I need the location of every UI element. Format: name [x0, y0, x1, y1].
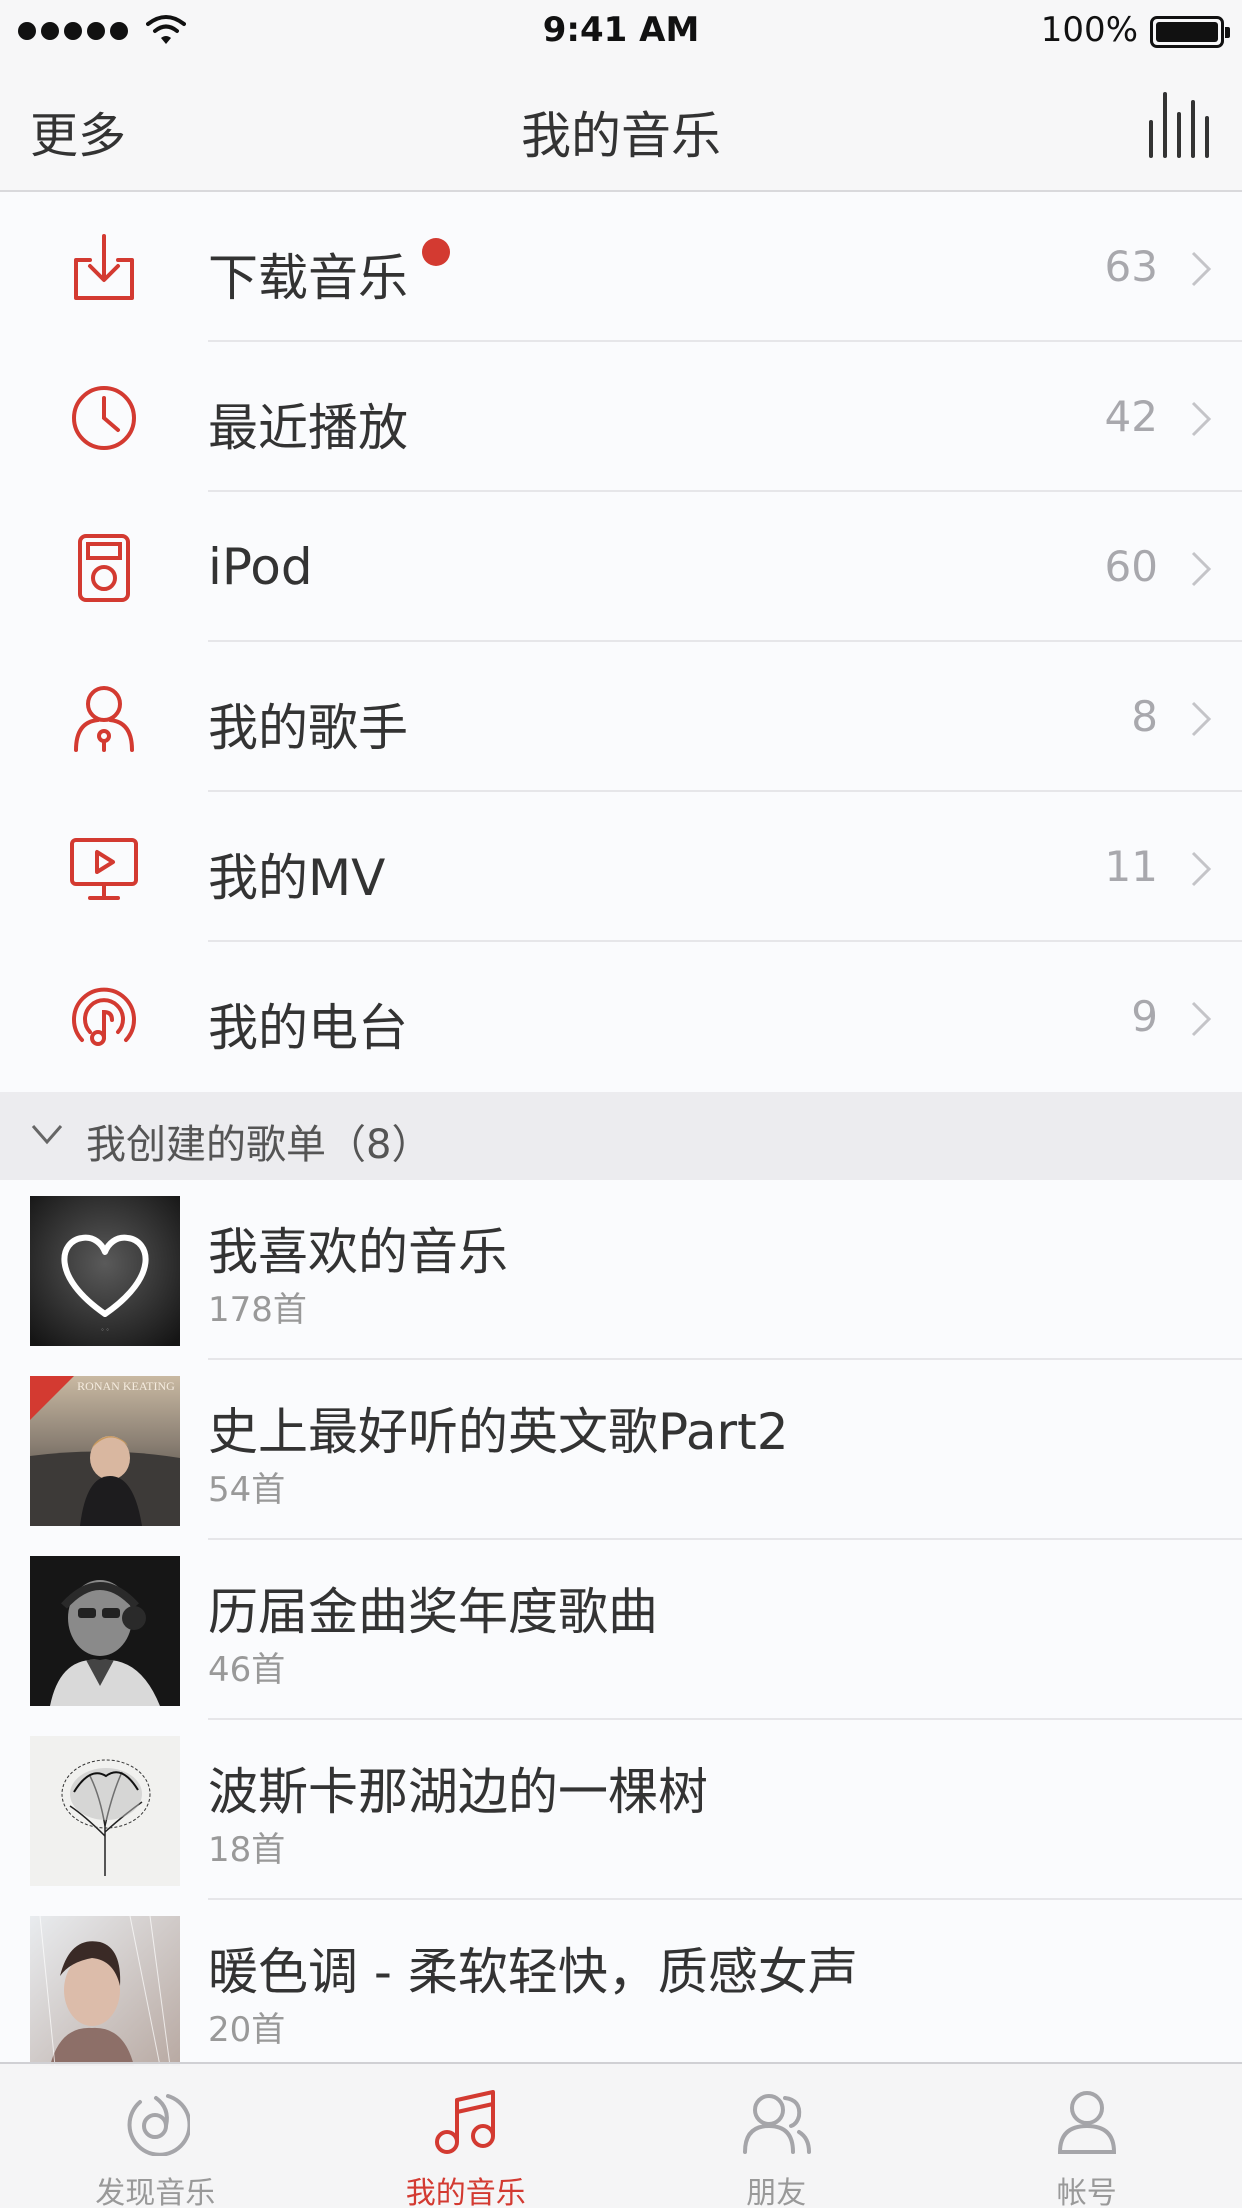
new-badge — [422, 238, 450, 266]
radio-icon — [72, 987, 136, 1046]
svg-text:◦ ◦: ◦ ◦ — [101, 1325, 109, 1334]
playlist-item[interactable]: 波斯卡那湖边的一棵树 18首 — [0, 1720, 1242, 1900]
tab-my-music[interactable]: 我的音乐 — [311, 2064, 622, 2208]
tab-label: 发现音乐 — [95, 2176, 216, 2208]
tab-discover-music[interactable]: 发现音乐 — [0, 2064, 311, 2208]
more-button[interactable]: 更多 — [30, 96, 126, 166]
ipod-icon — [78, 534, 130, 602]
playlist-name: 暖色调 - 柔软轻快，质感女声 — [208, 1943, 858, 2001]
chevron-down-icon — [31, 1125, 63, 1145]
playlist-count: 178首 — [208, 1290, 307, 1330]
playlist-count: 46首 — [208, 1650, 286, 1690]
playlist-item[interactable]: ◦ ◦ 我喜欢的音乐 178首 — [0, 1180, 1242, 1360]
menu-item-recent[interactable]: 最近播放 42 — [0, 342, 1242, 492]
tab-account[interactable]: 帐号 — [932, 2064, 1242, 2208]
menu-item-mv[interactable]: 我的MV 11 — [0, 792, 1242, 942]
menu-label-mv: 我的MV — [208, 849, 386, 907]
nav-bar: 更多 我的音乐 — [0, 64, 1242, 192]
discover-music-icon — [127, 2094, 191, 2156]
account-icon — [1057, 2091, 1116, 2154]
equalizer-icon[interactable] — [1146, 92, 1212, 158]
menu-item-ipod[interactable]: iPod 60 — [0, 492, 1242, 642]
playlist-count: 20首 — [208, 2010, 286, 2050]
playlist-item[interactable]: 暖色调 - 柔软轻快，质感女声 20首 — [0, 1900, 1242, 2080]
playlist-cover — [30, 1916, 180, 2066]
my-music-menu: 下载音乐 63 最近播放 42 iPod 60 我的歌手 8 我的MV 11 我… — [0, 192, 1242, 1092]
tab-label: 朋友 — [746, 2176, 807, 2208]
playlist-count: 54首 — [208, 1470, 286, 1510]
status-bar: 9:41 AM 100% — [0, 0, 1242, 64]
download-icon — [74, 234, 134, 300]
menu-label-downloads: 下载音乐 — [208, 238, 450, 310]
menu-label-singers: 我的歌手 — [208, 699, 408, 757]
playlist-item[interactable]: 历届金曲奖年度歌曲 46首 — [0, 1540, 1242, 1720]
chevron-right-icon — [1191, 851, 1212, 887]
playlist-list: ◦ ◦ 我喜欢的音乐 178首 RONAN KEATING 史上最好听的英文歌P… — [0, 1180, 1242, 2080]
friends-icon — [743, 2094, 812, 2154]
playlist-cover: ◦ ◦ — [30, 1196, 180, 1346]
cover-text: RONAN KEATING — [77, 1379, 175, 1393]
playlist-count: 18首 — [208, 1830, 286, 1870]
created-playlists-header[interactable]: 我创建的歌单（8） — [0, 1092, 1242, 1180]
screen: 9:41 AM 100% 更多 我的音乐 下载音乐 63 最近播放 42 iPo… — [0, 0, 1242, 2208]
playlist-name: 史上最好听的英文歌Part2 — [208, 1403, 789, 1461]
chevron-right-icon — [1191, 1001, 1212, 1037]
section-title: 我创建的歌单（8） — [86, 1122, 432, 1168]
menu-count: 63 — [1104, 242, 1158, 291]
tab-label: 我的音乐 — [405, 2176, 526, 2208]
menu-count: 42 — [1104, 392, 1158, 441]
menu-item-singers[interactable]: 我的歌手 8 — [0, 642, 1242, 792]
playlist-cover — [30, 1736, 180, 1886]
playlist-cover — [30, 1556, 180, 1706]
page-title: 我的音乐 — [521, 107, 721, 165]
clock-icon — [72, 386, 136, 450]
menu-count: 11 — [1104, 842, 1158, 891]
chevron-right-icon — [1191, 551, 1212, 587]
tab-bar: 发现音乐 我的音乐 朋友 帐号 — [0, 2062, 1242, 2208]
music-note-icon — [434, 2090, 495, 2154]
menu-label-ipod: iPod — [208, 538, 313, 596]
playlist-cover: RONAN KEATING — [30, 1376, 180, 1526]
playlist-name: 历届金曲奖年度歌曲 — [208, 1583, 658, 1641]
singer-icon — [74, 686, 134, 752]
chevron-right-icon — [1191, 701, 1212, 737]
menu-item-downloads[interactable]: 下载音乐 63 — [0, 192, 1242, 342]
playlist-name: 波斯卡那湖边的一棵树 — [208, 1763, 708, 1821]
menu-count: 9 — [1131, 992, 1158, 1041]
menu-label-recent: 最近播放 — [208, 399, 408, 457]
battery-percentage: 100% — [1040, 10, 1138, 50]
tab-friends[interactable]: 朋友 — [621, 2064, 932, 2208]
mv-icon — [70, 838, 138, 900]
battery-icon — [1150, 16, 1230, 48]
chevron-right-icon — [1191, 401, 1212, 437]
tab-label: 帐号 — [1056, 2176, 1117, 2208]
chevron-right-icon — [1191, 251, 1212, 287]
playlist-item[interactable]: RONAN KEATING 史上最好听的英文歌Part2 54首 — [0, 1360, 1242, 1540]
menu-count: 8 — [1131, 692, 1158, 741]
menu-item-radio[interactable]: 我的电台 9 — [0, 942, 1242, 1092]
playlist-name: 我喜欢的音乐 — [208, 1223, 508, 1281]
menu-count: 60 — [1104, 542, 1158, 591]
menu-label-radio: 我的电台 — [208, 999, 408, 1057]
